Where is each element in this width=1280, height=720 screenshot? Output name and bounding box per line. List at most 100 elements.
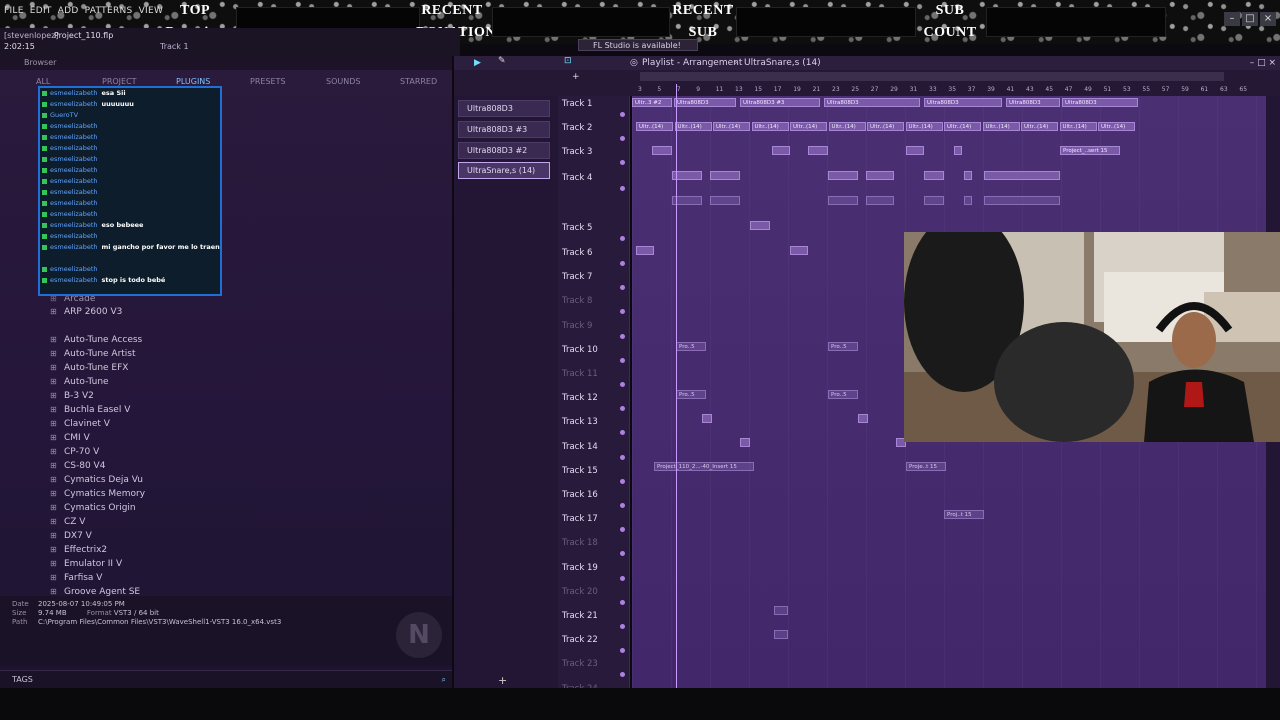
track-name[interactable]: Track 3 (562, 146, 592, 158)
track-name[interactable]: Track 18 (562, 537, 598, 549)
plugin-item[interactable]: Emulator II V (50, 557, 250, 571)
track-mute-dot[interactable] (620, 454, 625, 460)
plugin-item[interactable]: B-3 V2 (50, 389, 250, 403)
track-mute-dot[interactable] (620, 333, 625, 339)
close-icon[interactable]: × (1260, 12, 1276, 26)
pattern-clip[interactable]: Ultr..(14) (751, 122, 789, 131)
pattern-clip[interactable]: Pro..5 (828, 390, 858, 399)
playlist-nav-icon[interactable]: ◎ (630, 56, 638, 70)
pattern-clip[interactable]: Ultr..(14) (905, 122, 943, 131)
plugin-item[interactable]: ARP 2600 V3 (50, 305, 250, 319)
track-mute-dot[interactable] (620, 236, 625, 241)
pattern-clip[interactable] (828, 171, 858, 180)
track-mute-dot[interactable] (620, 112, 625, 117)
track-name[interactable]: Track 20 (562, 586, 598, 598)
pattern-clip[interactable]: Ultr..(14) (1098, 122, 1135, 131)
plugin-item[interactable]: DX7 V (50, 529, 250, 543)
snap-icon[interactable]: ⊡ (564, 56, 572, 66)
pattern-clip[interactable]: Ultra808D3 (1062, 98, 1138, 107)
track-mute-dot[interactable] (620, 624, 625, 629)
pattern-clip[interactable] (774, 630, 788, 639)
pattern-clip[interactable] (740, 438, 750, 447)
pattern-clip[interactable] (808, 146, 828, 155)
track-name[interactable]: Track 11 (562, 368, 598, 380)
track-name[interactable]: Track 23 (562, 658, 598, 670)
track-name[interactable]: Track 12 (562, 392, 598, 404)
pattern-clip[interactable]: Ultr..(14) (1059, 122, 1097, 131)
pattern-clip[interactable]: Project_..sert 15 (1060, 146, 1120, 155)
pencil-icon[interactable]: ✎ (498, 56, 506, 66)
picker-item-selected[interactable]: UltraSnare,s (14) (458, 162, 550, 179)
pattern-clip[interactable]: Proj..t 15 (944, 510, 984, 519)
play-icon[interactable]: ▶ (474, 56, 481, 70)
menu-file[interactable]: FILE (4, 6, 24, 16)
minimize-icon[interactable]: – (1224, 12, 1240, 26)
track-name[interactable]: Track 4 (562, 172, 592, 184)
pattern-clip[interactable] (984, 171, 1060, 180)
pattern-clip[interactable]: Ultra808D3 (824, 98, 920, 107)
track-name[interactable]: Track 7 (562, 271, 592, 283)
pattern-clip[interactable] (984, 196, 1060, 205)
track-name[interactable]: Track 1 (562, 98, 592, 110)
track-mute-dot[interactable] (620, 527, 625, 533)
track-mute-dot[interactable] (620, 503, 625, 508)
plugin-item[interactable]: Clavinet V (50, 417, 250, 431)
playlist-window-controls[interactable]: – □ × (1250, 56, 1276, 70)
track-name[interactable]: Track 22 (562, 634, 598, 646)
plugin-item[interactable]: CZ V (50, 515, 250, 529)
pattern-clip[interactable]: Ultra808D3 (1006, 98, 1060, 107)
track-name[interactable]: Track 17 (562, 513, 598, 525)
track-mute-dot[interactable] (620, 672, 625, 678)
pattern-clip[interactable] (750, 221, 770, 230)
track-mute-dot[interactable] (620, 430, 625, 436)
picker-item[interactable]: Ultra808D3 #3 (458, 121, 550, 138)
track-name[interactable]: Track 10 (562, 344, 598, 356)
pattern-clip[interactable] (906, 146, 924, 155)
tags-bar[interactable]: TAGS ⌕ (0, 670, 452, 688)
pattern-clip[interactable] (954, 146, 962, 155)
pattern-clip[interactable]: Ultr..(14) (944, 122, 981, 131)
track-name[interactable]: Track 2 (562, 122, 592, 134)
menu-edit[interactable]: EDIT (30, 6, 52, 16)
tab-sounds[interactable]: SOUNDS (326, 74, 360, 90)
plugin-item[interactable]: Auto-Tune Artist (50, 347, 250, 361)
pattern-clip[interactable] (636, 246, 654, 255)
plugin-item[interactable]: CP-70 V (50, 445, 250, 459)
pattern-clip[interactable] (964, 196, 972, 205)
pattern-clip[interactable]: Ultr..3 #2 (632, 98, 672, 107)
plugin-item[interactable]: CMI V (50, 431, 250, 445)
track-mute-dot[interactable] (620, 648, 625, 654)
add-track-icon[interactable]: + (572, 72, 580, 82)
pattern-clip[interactable] (652, 146, 672, 155)
pattern-clip[interactable]: Ultra808D3 (674, 98, 736, 107)
track-mute-dot[interactable] (620, 186, 625, 191)
pattern-clip[interactable]: Ultr..(14) (828, 122, 866, 131)
plugin-item[interactable]: Auto-Tune Access (50, 333, 250, 347)
pattern-clip[interactable] (924, 196, 944, 205)
menu-add[interactable]: ADD (58, 6, 79, 16)
pattern-clip[interactable] (710, 171, 740, 180)
plugin-item[interactable]: Buchla Easel V (50, 403, 250, 417)
track-mute-dot[interactable] (620, 478, 625, 484)
pattern-clip[interactable] (774, 606, 788, 615)
timeline-ruler[interactable]: 3 5 7 9 11 13 15 17 19 21 23 25 27 29 31 33 35 37 39 41 43 45… (634, 84, 1266, 96)
pattern-clip[interactable]: Ultr..(14) (636, 122, 673, 131)
playhead[interactable] (676, 84, 677, 688)
maximize-icon[interactable]: □ (1242, 12, 1258, 26)
track-name[interactable]: Track 13 (562, 416, 598, 428)
pattern-clip[interactable]: Ultr..(14) (713, 122, 750, 131)
plugin-item[interactable]: Farfisa V (50, 571, 250, 585)
track-mute-dot[interactable] (620, 575, 625, 581)
track-name[interactable]: Track 21 (562, 610, 598, 622)
track-name[interactable]: Track 5 (562, 222, 592, 234)
pattern-clip[interactable]: Pro..5 (676, 390, 706, 399)
pattern-clip[interactable] (772, 146, 790, 155)
pattern-clip[interactable]: Proje..t 15 (906, 462, 946, 471)
track-name[interactable]: Track 19 (562, 562, 598, 574)
plugin-item[interactable]: Auto-Tune (50, 375, 250, 389)
pattern-clip[interactable] (710, 196, 740, 205)
plugin-item[interactable]: Effectrix2 (50, 543, 250, 557)
pattern-clip[interactable]: Ultr..(14) (867, 122, 904, 131)
picker-item[interactable]: Ultra808D3 #2 (458, 142, 550, 159)
track-mute-dot[interactable] (620, 357, 625, 363)
